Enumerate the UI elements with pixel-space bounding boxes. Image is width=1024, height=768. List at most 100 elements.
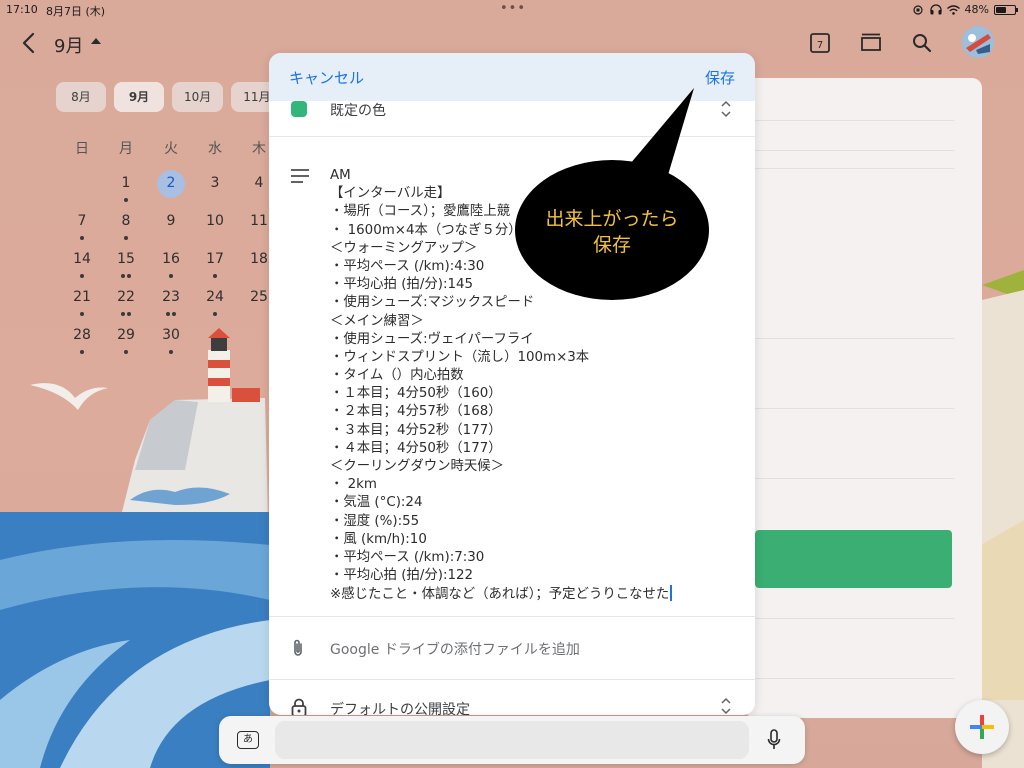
avatar-image-icon	[962, 26, 994, 58]
calendar-day[interactable]: 8	[104, 213, 148, 229]
weekday-label: 日	[75, 141, 89, 157]
event-edit-dialog: キャンセル 保存 既定の色 AM 【インターバル走】 ・場所（コース）；愛鷹陸上競・…	[269, 53, 755, 715]
description-line-text: ・平均心拍 (拍/分):122	[330, 568, 474, 584]
description-line-text: AM	[330, 168, 351, 183]
caret-up-icon[interactable]	[91, 38, 101, 44]
month-chip-sep[interactable]: 9月	[114, 82, 164, 112]
event-dot	[80, 236, 84, 240]
description-line: ・平均心拍 (拍/分):145	[330, 276, 740, 294]
description-line: ・湿度 (%):55	[330, 513, 740, 531]
description-line: ・ 2km	[330, 476, 740, 494]
event-color-row[interactable]: 既定の色	[269, 100, 755, 137]
color-swatch	[291, 101, 307, 117]
event-dot	[166, 312, 170, 316]
add-attachment-button[interactable]: Google ドライブの添付ファイルを追加	[330, 639, 580, 659]
description-line: ＜メイン練習＞	[330, 313, 740, 331]
calendar-day[interactable]: 28	[60, 327, 104, 343]
weekday-label: 月	[119, 141, 133, 157]
description-line-text: ・平均ペース (/km):7:30	[330, 549, 485, 565]
event-dot	[124, 236, 128, 240]
description-line-text: ・気温 (°C):24	[330, 495, 423, 511]
calendar-day[interactable]: 24	[193, 289, 237, 305]
description-line: ・３本目；4分52秒（177）	[330, 422, 740, 440]
chevron-updown-icon	[721, 100, 731, 118]
cancel-button[interactable]: キャンセル	[289, 67, 364, 88]
create-event-fab[interactable]	[955, 700, 1009, 754]
event-dot	[80, 274, 84, 278]
event-dot	[213, 274, 217, 278]
multitasking-dots-icon[interactable]: •••	[500, 1, 526, 16]
mic-icon[interactable]	[767, 729, 781, 751]
dialog-toolbar: キャンセル 保存	[269, 53, 755, 101]
event-dot	[124, 198, 128, 202]
event-dot	[169, 350, 173, 354]
event-dot	[172, 312, 176, 316]
description-line-text: ・４本目；4分50秒（177）	[330, 440, 502, 456]
description-line-text: ・風 (km/h):10	[330, 531, 427, 547]
search-icon[interactable]	[909, 30, 935, 56]
keyboard-suggestion-area[interactable]	[275, 721, 749, 759]
description-line: ・２本目；4分57秒（168）	[330, 403, 740, 421]
description-line-text: ・ウィンドスプリント（流し）100m×3本	[330, 349, 590, 365]
calendar-day[interactable]: 1	[104, 175, 148, 191]
calendar-day[interactable]: 22	[104, 289, 148, 305]
calendar-day[interactable]: 29	[104, 327, 148, 343]
keyboard-accessory-bar: あ	[219, 716, 805, 764]
description-line: ・平均ペース (/km):7:30	[330, 549, 740, 567]
calendar-day[interactable]: 21	[60, 289, 104, 305]
description-line: ・１本目；4分50秒（160）	[330, 385, 740, 403]
description-line: 【インターバル走】	[330, 185, 740, 203]
calendar-day[interactable]: 17	[193, 251, 237, 267]
calendar-event-block[interactable]	[755, 530, 952, 588]
callout-line-2: 保存	[592, 234, 631, 256]
month-title[interactable]: 9月	[54, 32, 83, 58]
event-dot	[213, 312, 217, 316]
description-line: ・平均心拍 (拍/分):122	[330, 567, 740, 585]
wifi-icon	[946, 4, 960, 15]
month-chip-aug[interactable]: 8月	[56, 82, 106, 112]
calendar-day[interactable]: 2	[149, 175, 193, 191]
battery-percent: 48%	[964, 3, 989, 16]
description-line-text: ・ 2km	[330, 477, 377, 493]
weekday-label: 水	[208, 141, 222, 157]
calendar-day[interactable]: 3	[193, 175, 237, 191]
lock-icon	[291, 698, 307, 715]
notes-icon	[291, 169, 309, 183]
description-line: ・気温 (°C):24	[330, 494, 740, 512]
event-dot	[127, 274, 131, 278]
status-right-group: 48%	[911, 3, 1018, 16]
callout-text: 出来上がったら 保存	[514, 206, 710, 258]
description-line: ・使用シューズ:ヴェイパーフライ	[330, 331, 740, 349]
description-line-text: ・ 1600m×4本（つなぎ５分）	[330, 222, 522, 238]
event-dot	[121, 312, 125, 316]
paperclip-icon	[294, 639, 302, 656]
save-button[interactable]: 保存	[705, 67, 735, 88]
event-dot	[169, 274, 173, 278]
description-line: ・タイム（）内心拍数	[330, 367, 740, 385]
description-line: ・ウィンドスプリント（流し）100m×3本	[330, 349, 740, 367]
calendar-day[interactable]: 30	[149, 327, 193, 343]
chevron-updown-icon	[721, 697, 731, 715]
avatar[interactable]	[962, 26, 994, 58]
event-dot	[80, 312, 84, 316]
calendar-day[interactable]: 23	[149, 289, 193, 305]
calendar-day[interactable]: 10	[193, 213, 237, 229]
calendar-today-icon[interactable]: 7	[807, 30, 833, 56]
description-line: ・使用シューズ:マジックスピード	[330, 294, 740, 312]
keyboard-switch-button[interactable]: あ	[237, 731, 259, 749]
chevron-left-icon[interactable]	[18, 30, 40, 56]
month-chip-oct[interactable]: 10月	[172, 82, 224, 112]
callout-line-1: 出来上がったら	[545, 208, 679, 230]
calendar-day[interactable]: 14	[60, 251, 104, 267]
plus-icon	[970, 715, 994, 739]
calendar-day[interactable]: 7	[60, 213, 104, 229]
calendar-day[interactable]: 9	[149, 213, 193, 229]
calendar-day[interactable]: 15	[104, 251, 148, 267]
divider	[269, 616, 755, 617]
color-label: 既定の色	[330, 103, 386, 119]
calendar-day[interactable]: 16	[149, 251, 193, 267]
description-line-text: ・場所（コース）；愛鷹陸上競	[330, 204, 511, 220]
headphones-icon	[929, 4, 942, 15]
view-toggle-icon[interactable]	[858, 30, 884, 56]
visibility-setting[interactable]: デフォルトの公開設定	[330, 699, 470, 715]
